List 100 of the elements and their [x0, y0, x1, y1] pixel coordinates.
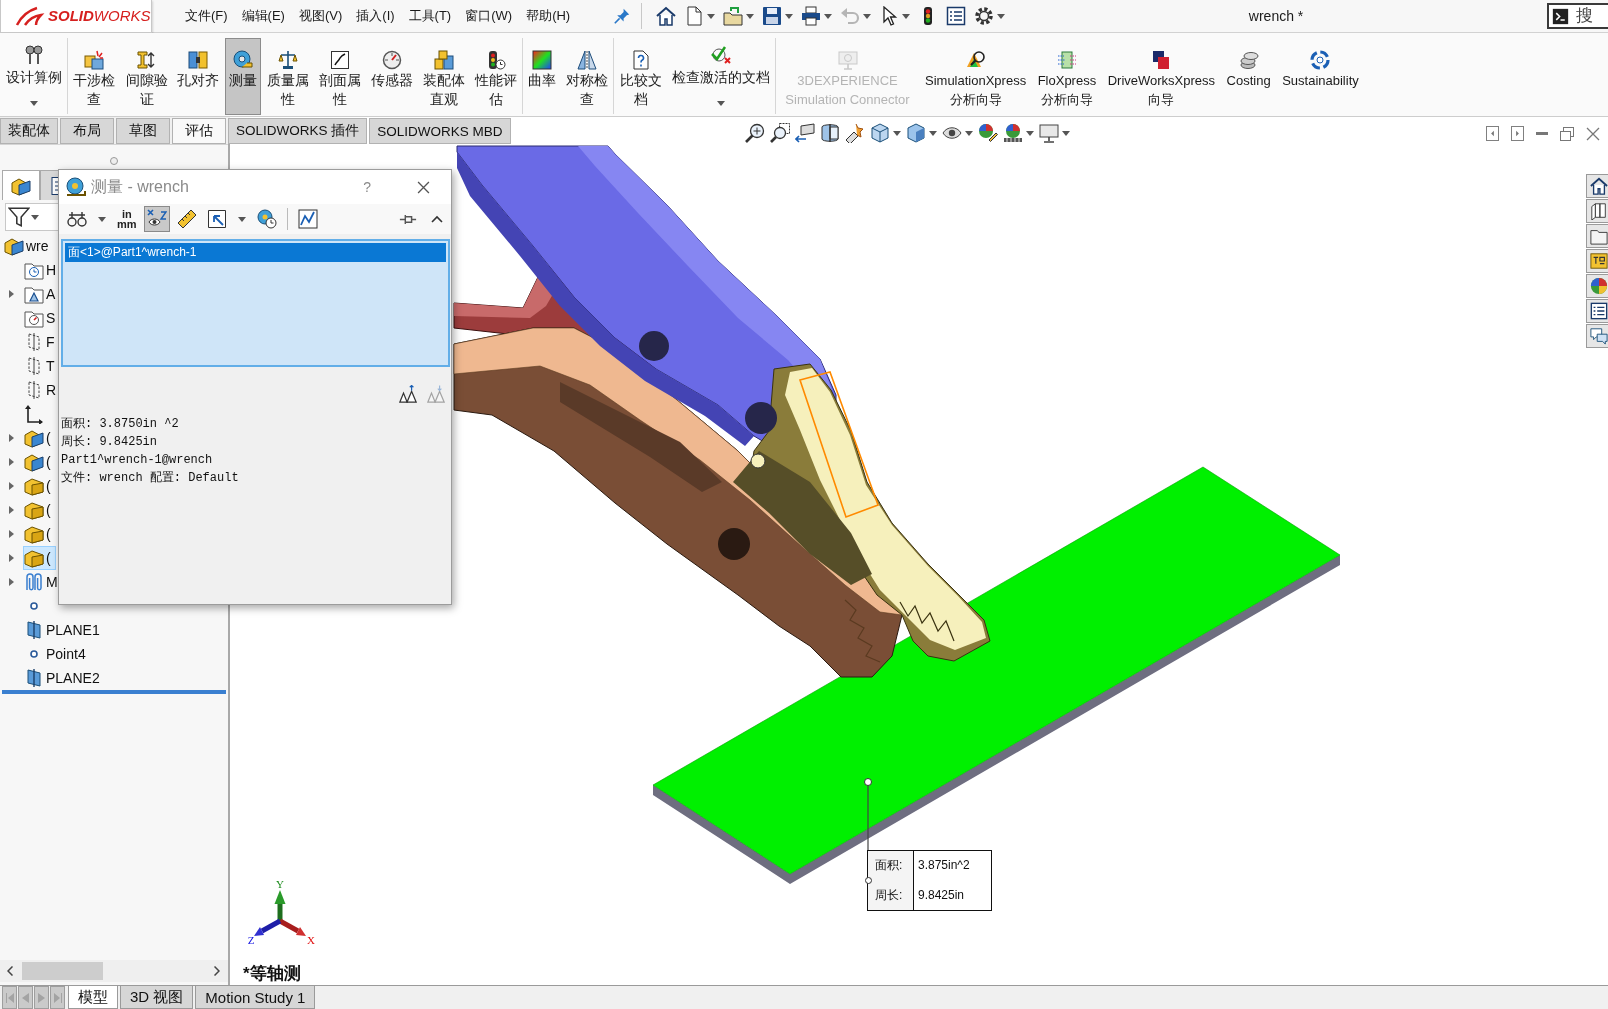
close-icon[interactable] — [417, 180, 430, 194]
ribbon-button[interactable]: Sustainability — [1277, 38, 1364, 115]
splitter-handle[interactable] — [110, 156, 118, 165]
ribbon-button[interactable]: 装配体直观 — [418, 38, 469, 115]
tree-item[interactable]: M — [23, 570, 63, 594]
caret-icon[interactable] — [965, 130, 973, 136]
help-button[interactable]: ? — [363, 179, 371, 195]
caret-icon[interactable] — [785, 13, 794, 19]
tile-right-icon[interactable] — [1511, 126, 1524, 141]
scroll-right-icon[interactable] — [214, 966, 220, 976]
task-pane-tab[interactable] — [1586, 199, 1608, 223]
save-icon[interactable] — [762, 6, 783, 26]
pin-icon[interactable] — [614, 8, 631, 24]
tree-item[interactable]: ( — [23, 426, 56, 450]
ribbon-button[interactable]: 曲率 — [524, 38, 561, 115]
tree-item[interactable]: H — [23, 258, 62, 282]
horizontal-scrollbar[interactable] — [0, 960, 228, 982]
ribbon-button[interactable]: SimulationXpress 分析向导 — [920, 38, 1032, 115]
tree-item[interactable]: A — [23, 282, 61, 306]
scene-ball-icon[interactable] — [1003, 123, 1023, 143]
zoom-area-icon[interactable] — [770, 123, 790, 143]
expand-arrow-icon[interactable] — [8, 290, 14, 298]
tab[interactable]: 装配体 — [0, 118, 58, 144]
menu-item[interactable]: 工具(T) — [401, 7, 459, 25]
ribbon-button[interactable]: 传感器 — [366, 38, 417, 115]
ribbon-button[interactable]: 测量 — [224, 38, 261, 115]
menu-item[interactable]: 帮助(H) — [519, 7, 578, 25]
menu-item[interactable]: 插入(I) — [349, 7, 402, 25]
ribbon-button[interactable]: DriveWorksXpress 向导 — [1102, 38, 1221, 115]
menu-item[interactable]: 窗口(W) — [458, 7, 520, 25]
expand-arrow-icon[interactable] — [8, 554, 14, 562]
tree-item[interactable]: ( — [23, 474, 56, 498]
caret-icon[interactable] — [997, 13, 1006, 19]
expand-arrow-icon[interactable] — [8, 530, 14, 538]
section-view-icon[interactable] — [820, 123, 840, 143]
task-pane-tab[interactable] — [1586, 324, 1608, 348]
expand-arrow-icon[interactable] — [8, 506, 14, 514]
monitor-icon[interactable] — [1039, 123, 1059, 143]
ribbon-button[interactable]: FloXpress 分析向导 — [1032, 38, 1102, 115]
expand-arrow-icon[interactable] — [8, 482, 14, 490]
tree-item[interactable]: S — [23, 306, 61, 330]
tree-item[interactable]: ( — [23, 498, 56, 522]
expand-arrow-icon[interactable] — [8, 578, 14, 586]
ribbon-button[interactable]: 性能评估 — [470, 38, 522, 115]
settings-icon[interactable] — [974, 6, 995, 26]
menu-item[interactable]: 文件(F) — [178, 7, 235, 25]
toolbar-button[interactable] — [143, 206, 170, 232]
annotation-icon[interactable] — [845, 123, 865, 143]
selection-item[interactable]: 面<1>@Part1^wrench-1 — [65, 243, 446, 262]
document-icon[interactable] — [684, 6, 705, 26]
tab[interactable]: 评估 — [172, 118, 226, 144]
paint-ball-icon[interactable] — [978, 123, 998, 143]
tree-item[interactable]: ( — [23, 522, 56, 546]
previous-view-icon[interactable] — [795, 123, 815, 143]
tab[interactable]: Motion Study 1 — [195, 986, 316, 1009]
ribbon-button[interactable]: 比较文档 — [615, 38, 666, 115]
caret-icon[interactable] — [1026, 130, 1034, 136]
caret-icon[interactable] — [1062, 130, 1070, 136]
ribbon-button[interactable]: 间隙验证 — [121, 38, 172, 115]
tab[interactable]: 草图 — [116, 118, 170, 144]
tree-item[interactable]: R — [23, 378, 62, 402]
selection-list[interactable]: 面<1>@Part1^wrench-1 — [61, 239, 450, 367]
tab[interactable]: SOLIDWORKS MBD — [369, 118, 511, 144]
chevron-up-icon[interactable] — [431, 215, 443, 223]
list-icon[interactable] — [946, 6, 967, 26]
panel-tab[interactable] — [2, 170, 40, 200]
caret-icon[interactable] — [824, 13, 833, 19]
tree-item[interactable]: T — [23, 354, 60, 378]
tree-item[interactable]: ( — [23, 546, 56, 570]
close-icon[interactable] — [1586, 126, 1600, 141]
task-pane-tab[interactable] — [1586, 249, 1608, 273]
font-size-up-icon[interactable] — [399, 385, 417, 403]
toolbar-button[interactable]: in mm — [114, 206, 140, 232]
ribbon-button[interactable]: 设计算例 — [2, 38, 66, 115]
caret-icon[interactable] — [893, 130, 901, 136]
caret-icon[interactable] — [746, 13, 755, 19]
tab[interactable]: 3D 视图 — [120, 986, 194, 1009]
home-icon[interactable] — [656, 6, 677, 26]
menu-item[interactable]: 编辑(E) — [234, 7, 292, 25]
printer-icon[interactable] — [801, 6, 822, 26]
caret-icon[interactable] — [929, 130, 937, 136]
tree-item[interactable]: PLANE2 — [23, 666, 105, 690]
scrollbar-thumb[interactable] — [22, 962, 103, 980]
tree-item[interactable]: ( — [23, 450, 56, 474]
tree-item[interactable]: PLANE1 — [23, 618, 105, 642]
magnifier-icon[interactable] — [745, 123, 765, 143]
scroll-left-icon[interactable] — [7, 966, 13, 976]
caret-icon[interactable] — [237, 216, 246, 222]
shaded-cube-icon[interactable] — [906, 123, 926, 143]
tab[interactable]: SOLIDWORKS 插件 — [228, 118, 368, 144]
ribbon-button[interactable]: 对称检查 — [561, 38, 613, 115]
tree-item[interactable]: Point4 — [23, 642, 91, 666]
tab[interactable]: 布局 — [60, 118, 114, 144]
caret-icon[interactable] — [902, 13, 911, 19]
anchor-point-icon[interactable] — [864, 876, 872, 884]
menu-item[interactable]: 视图(V) — [291, 7, 350, 25]
tab[interactable]: 模型 — [68, 986, 118, 1009]
restore-icon[interactable] — [1560, 126, 1574, 141]
expand-arrow-icon[interactable] — [8, 458, 14, 466]
tree-item[interactable]: F — [23, 330, 60, 354]
